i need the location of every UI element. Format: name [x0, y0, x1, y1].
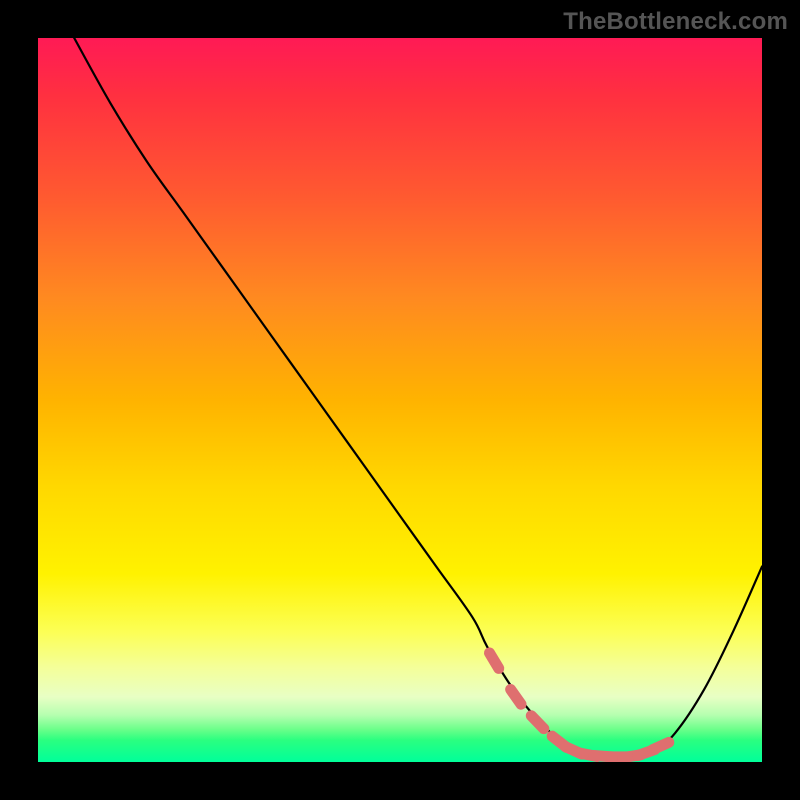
sweet-spot-dot — [511, 689, 521, 704]
chart-container: TheBottleneck.com — [0, 0, 800, 800]
sweet-spot-dot — [489, 653, 498, 668]
sweet-spot-dot — [531, 716, 544, 729]
sweet-spot-markers — [489, 653, 668, 758]
sweet-spot-dot — [652, 742, 668, 749]
chart-svg — [38, 38, 762, 762]
watermark-text: TheBottleneck.com — [563, 8, 788, 36]
bottleneck-curve-line — [74, 38, 762, 757]
plot-area — [38, 38, 762, 762]
